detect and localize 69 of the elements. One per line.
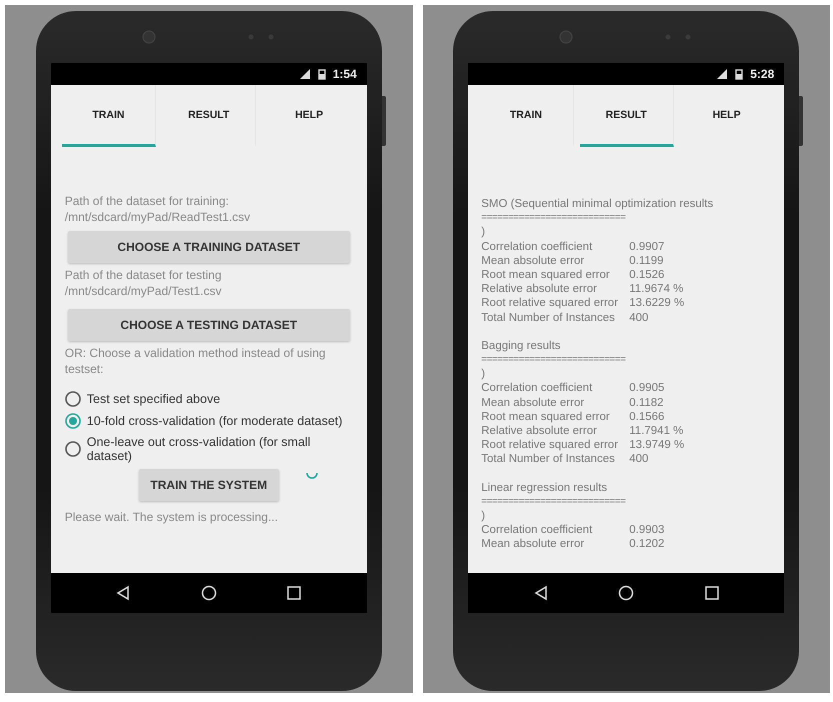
metric-value: 13.9749 % [629,438,686,452]
metric-value: 0.1182 [629,396,665,410]
radio-option[interactable]: 10-fold cross-validation (for moderate dataset) [64,413,353,429]
metric-name: Relative absolute error [481,282,598,296]
status-message: Please wait. The system is processing... [64,509,279,525]
metric-value: 11.7941 % [629,424,684,438]
signal-icon [716,68,728,80]
separator-line: =========================== [481,211,626,226]
metric-value: 0.1566 [629,410,666,424]
metric-value: 0.9905 [629,381,666,396]
paren-text: ) [481,367,486,382]
battery-icon [316,68,328,80]
section-title: Bagging results [481,338,562,354]
metric-value: 0.9903 [629,523,666,538]
train-button[interactable]: TRAIN THE SYSTEM [138,469,279,501]
tab[interactable]: HELP [262,85,356,147]
tab[interactable]: RESULT [162,85,256,147]
metric-name: Mean absolute error [481,254,586,268]
battery-icon [733,68,746,80]
separator-line: =========================== [481,494,626,509]
radio-option[interactable]: Test set specified above [64,391,353,407]
paren-text: ) [481,509,486,524]
metric-value: 0.1199 [629,254,665,268]
camera-icon [142,30,156,44]
metric-name: Root relative squared error [481,438,620,452]
metric-value: 0.9907 [629,240,666,254]
metric-name: Root mean squared error [481,410,611,424]
home-icon[interactable] [618,585,634,601]
home-icon[interactable] [200,585,217,601]
metric-value: 0.1526 [629,268,666,282]
metric-value: 11.9674 % [629,282,684,296]
testing-path: /mnt/sdcard/myPad/Test1.csv [64,283,222,299]
choose-testing-button[interactable]: CHOOSE A TESTING DATASET [68,309,350,341]
status-time: 1:54 [332,67,357,81]
metric-value: 0.1202 [629,537,666,552]
metric-name: Relative absolute error [481,424,598,438]
recents-icon[interactable] [704,585,720,601]
status-time: 5:28 [750,67,774,81]
radio-option[interactable]: One-leave out cross-validation (for small dataset) [64,435,353,463]
metric-value: 13.6229 % [629,296,686,311]
testing-path-label: Path of the dataset for testing [64,267,223,283]
section-title: SMO (Sequential minimal optimization results [481,197,714,212]
metric-name: Total Number of Instances [481,452,616,467]
back-icon[interactable] [115,585,132,601]
metric-name: Root relative squared error [481,296,620,311]
tab[interactable]: RESULT [580,85,674,147]
paren-text: ) [481,225,486,240]
metric-name: Correlation coefficient [481,240,594,254]
section-title: Linear regression results [481,480,608,495]
tab[interactable]: TRAIN [479,85,574,147]
recents-icon[interactable] [286,585,302,601]
metric-name: Correlation coefficient [481,523,594,538]
tab[interactable]: HELP [680,85,774,147]
metric-name: Correlation coefficient [481,381,594,396]
metric-name: Mean absolute error [481,396,586,410]
choose-training-button[interactable]: CHOOSE A TRAINING DATASET [68,231,350,263]
back-icon[interactable] [532,585,549,601]
metric-value: 400 [629,310,650,325]
metric-value: 400 [629,452,650,467]
metric-name: Mean absolute error [481,537,586,552]
metric-name: Root mean squared error [481,268,611,282]
metric-name: Total Number of Instances [481,310,616,325]
separator-line: =========================== [481,353,626,368]
tab[interactable]: TRAIN [62,85,156,147]
camera-icon [559,30,574,44]
training-path-label: Path of the dataset for training: [64,193,230,209]
signal-icon [298,68,311,80]
training-path: /mnt/sdcard/myPad/ReadTest1.csv [64,209,252,225]
validation-prompt: OR: Choose a validation method instead of using testset: [64,345,327,377]
